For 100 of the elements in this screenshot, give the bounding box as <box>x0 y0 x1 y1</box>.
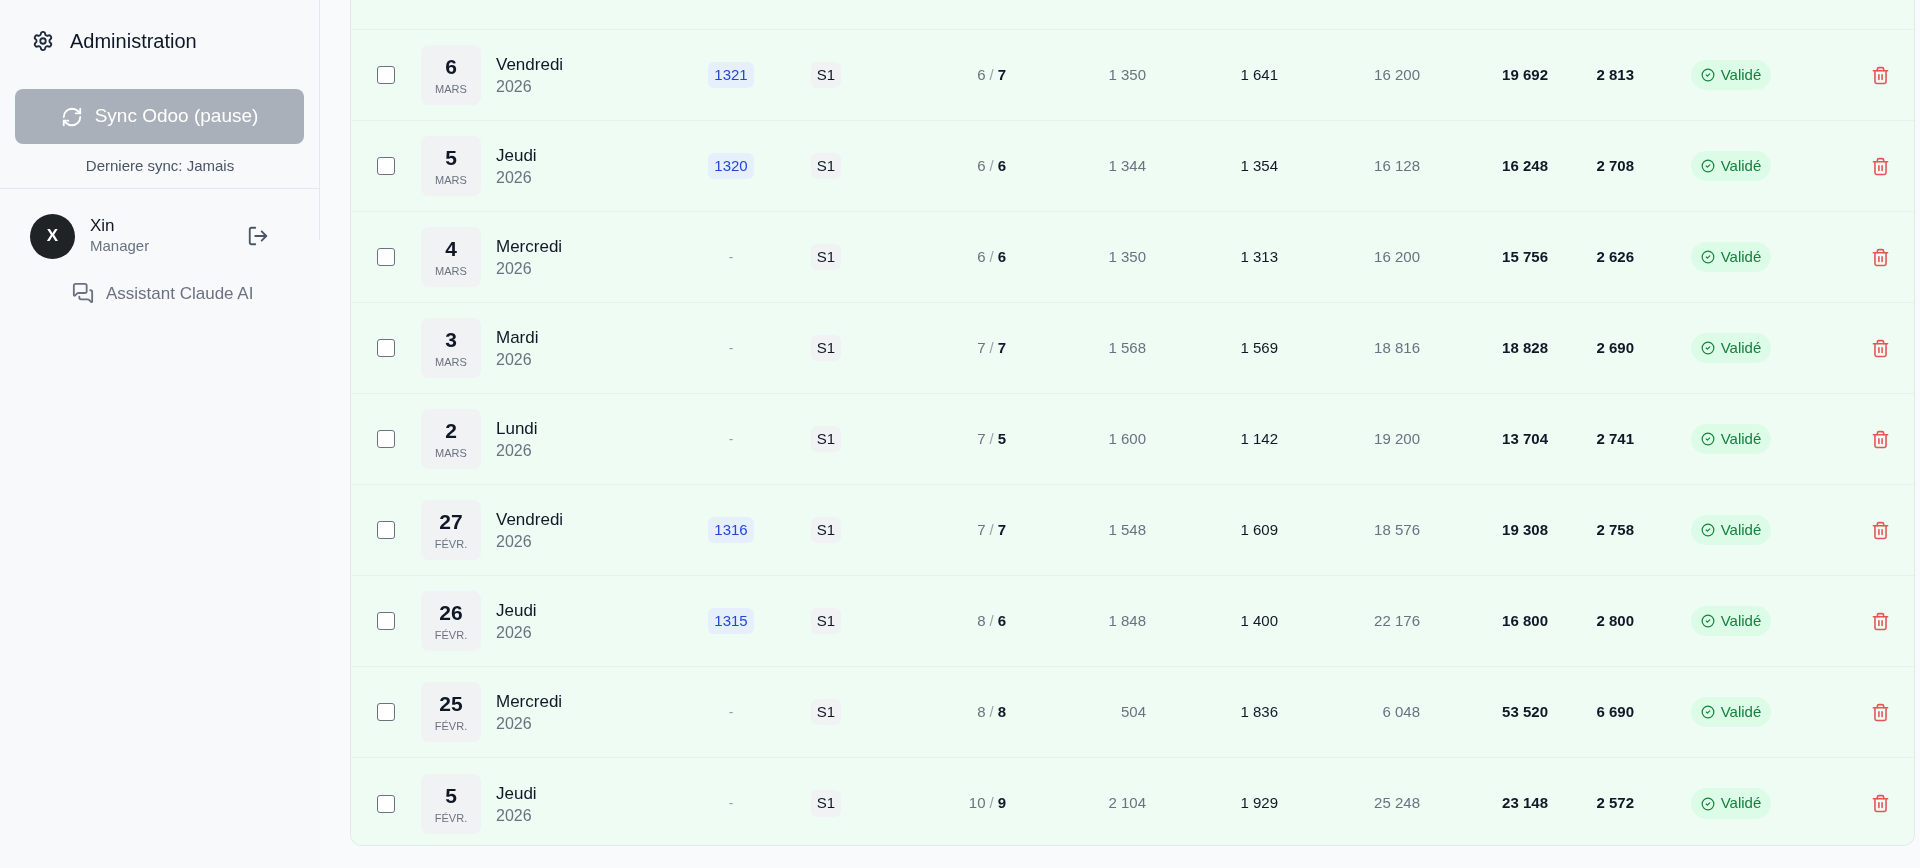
day-number: 3 <box>445 328 457 352</box>
table-cell-text: 15 756 <box>1501 246 1548 267</box>
ratio-first: 7 <box>977 428 986 449</box>
weekday-label: Jeudi <box>496 782 538 805</box>
status-badge: Validé <box>1690 241 1772 273</box>
row-checkbox[interactable] <box>377 521 395 539</box>
table-cell-text: 1 568 <box>1107 337 1146 358</box>
delete-button[interactable] <box>1871 429 1890 449</box>
shift-tag: S1 <box>810 607 842 635</box>
user-avatar: X <box>30 213 75 259</box>
status-badge: Validé <box>1690 605 1772 637</box>
check-circle-icon <box>1700 523 1715 537</box>
reference-tag[interactable]: 1316 <box>708 516 754 544</box>
table-cell-text: 1 836 <box>1239 701 1278 722</box>
delete-button[interactable] <box>1871 247 1890 267</box>
month-label: MARS <box>435 83 467 95</box>
day-number: 2 <box>445 419 457 443</box>
user-name: Xin <box>90 216 116 236</box>
table-cell-text: 16 200 <box>1373 64 1420 85</box>
table-cell-text: 504 <box>1119 701 1146 722</box>
row-checkbox[interactable] <box>377 66 395 84</box>
table-cell-text: 22 176 <box>1373 610 1420 631</box>
check-circle-icon <box>1700 159 1715 173</box>
table-cell-text: 18 828 <box>1501 337 1548 358</box>
table-cell-text: 19 308 <box>1501 519 1548 540</box>
weekday-label: Jeudi <box>496 145 538 167</box>
ratio-separator: / <box>989 155 994 176</box>
table-cell-text: 6 690 <box>1595 701 1634 722</box>
table-cell-text: 2 626 <box>1595 246 1634 267</box>
ratio-first: 8 <box>977 610 986 631</box>
shift-tag: S1 <box>810 243 842 271</box>
year-label: 2026 <box>496 350 533 370</box>
delete-button[interactable] <box>1871 702 1890 722</box>
refresh-icon <box>60 105 83 128</box>
delete-button[interactable] <box>1871 611 1890 631</box>
reference-text: - <box>728 702 734 722</box>
row-checkbox[interactable] <box>377 794 395 813</box>
table-cell-text: 1 142 <box>1239 428 1278 449</box>
status-badge: Validé <box>1690 150 1772 182</box>
weekday-label: Mardi <box>496 327 540 349</box>
month-label: FÉVR. <box>434 629 468 641</box>
weekday-label: Mercredi <box>496 236 564 258</box>
year-label: 2026 <box>496 714 533 734</box>
row-checkbox[interactable] <box>377 703 395 721</box>
table-cell-text: 1 569 <box>1239 337 1278 358</box>
reference-tag[interactable]: 1321 <box>708 61 754 89</box>
row-checkbox[interactable] <box>377 339 395 357</box>
row-checkbox[interactable] <box>377 248 395 266</box>
reference-text: - <box>728 247 734 267</box>
month-label: MARS <box>435 356 467 368</box>
shift-tag: S1 <box>810 516 842 544</box>
table-cell-text: 1 641 <box>1239 64 1278 85</box>
table-cell-text: 2 758 <box>1595 519 1634 540</box>
table-cell-text: 1 400 <box>1239 610 1278 631</box>
ratio-separator: / <box>989 246 994 267</box>
table-cell-text: 1 354 <box>1239 155 1278 176</box>
chat-icon <box>72 282 94 305</box>
month-label: MARS <box>435 174 467 186</box>
table-cell-text: 23 148 <box>1501 793 1548 814</box>
ratio-second: 7 <box>997 519 1006 540</box>
delete-button[interactable] <box>1871 65 1890 85</box>
weekday-label: Jeudi <box>496 600 538 622</box>
table-cell-text: 2 690 <box>1595 337 1634 358</box>
row-checkbox[interactable] <box>377 157 395 175</box>
delete-button[interactable] <box>1871 156 1890 176</box>
table-cell-text: 19 200 <box>1373 428 1420 449</box>
year-label: 2026 <box>496 441 533 461</box>
ratio-separator: / <box>989 519 994 540</box>
ratio-second: 6 <box>997 246 1006 267</box>
table-cell-text: 1 350 <box>1107 64 1146 85</box>
ratio-separator: / <box>989 428 994 449</box>
user-role: Manager <box>90 236 151 256</box>
admin-label[interactable]: Administration <box>70 26 197 56</box>
ratio-second: 9 <box>997 793 1006 814</box>
row-checkbox[interactable] <box>377 430 395 448</box>
year-label: 2026 <box>496 623 533 643</box>
delete-button[interactable] <box>1871 338 1890 358</box>
delete-button[interactable] <box>1871 520 1890 540</box>
reference-text: - <box>728 338 734 358</box>
day-number: 26 <box>439 601 463 625</box>
reference-tag[interactable]: 1315 <box>708 607 754 635</box>
ratio-separator: / <box>989 337 994 358</box>
day-number: 5 <box>445 783 457 808</box>
year-label: 2026 <box>496 168 533 188</box>
ratio-second: 6 <box>997 155 1006 176</box>
reference-tag[interactable]: 1320 <box>708 152 754 180</box>
ratio-first: 7 <box>977 337 986 358</box>
row-checkbox[interactable] <box>377 612 395 630</box>
check-circle-icon <box>1700 341 1715 355</box>
table-cell-text: 6 048 <box>1381 701 1420 722</box>
table-cell-text: 16 128 <box>1373 155 1420 176</box>
month-label: MARS <box>435 265 467 277</box>
table-cell-text: 16 800 <box>1501 610 1548 631</box>
weekday-label: Vendredi <box>496 54 565 76</box>
shift-tag: S1 <box>810 790 842 817</box>
table-cell-text: 1 313 <box>1239 246 1278 267</box>
delete-button[interactable] <box>1871 794 1890 813</box>
assistant-link[interactable]: Assistant Claude AI <box>106 280 254 306</box>
logout-button[interactable] <box>247 225 269 247</box>
status-badge: Validé <box>1690 59 1772 91</box>
